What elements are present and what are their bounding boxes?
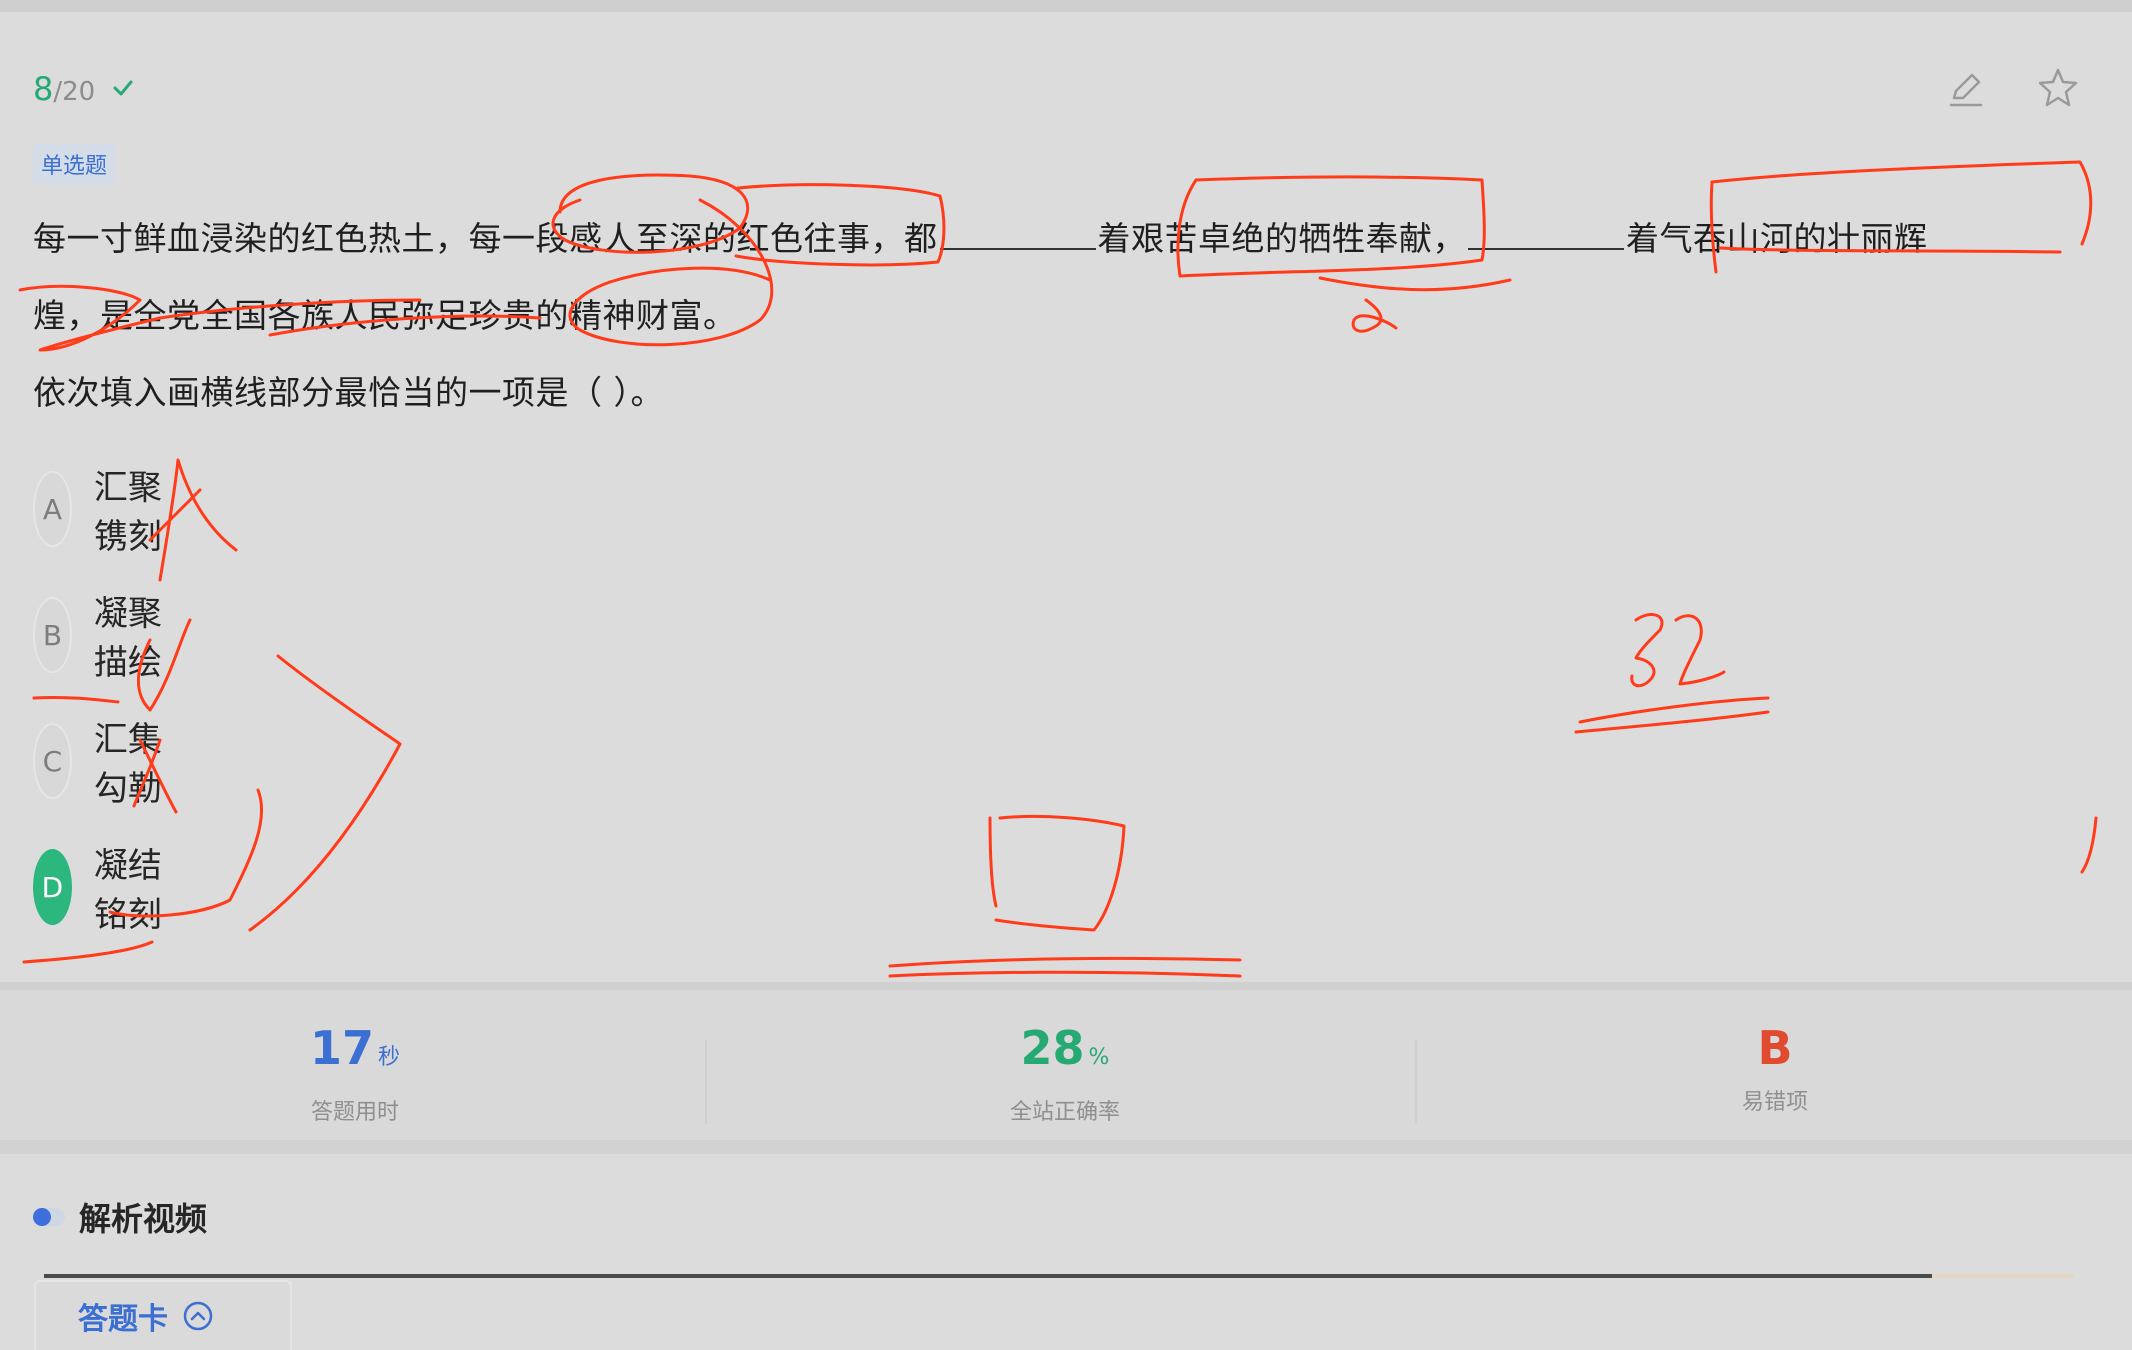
ink-stroke [888,970,1242,978]
ink-stroke [248,654,402,932]
time-value: 17 [309,1021,374,1075]
section-divider [0,982,2132,990]
total-questions: 20 [62,77,96,107]
option-letter: A [33,471,72,547]
option-b[interactable]: B 凝聚 描绘 [33,586,165,684]
check-icon [111,73,135,97]
ink-stroke [888,956,1242,968]
option-letter: D [33,849,72,925]
accuracy-unit: % [1088,1045,1110,1070]
question-type-badge: 单选题 [33,144,116,184]
error-label: 易错项 [1741,1090,1808,1115]
current-question-number: 8 [33,70,54,108]
video-section: 解析视频 答题卡 [0,1154,2132,1350]
time-unit: 秒 [378,1045,401,1070]
stem-line-1: 每一寸鲜血浸染的红色热土，每一段感人至深的红色往事，都 着艰苦卓绝的牺牲奉献， 着气… [33,200,2093,277]
stem-text: 着气吞山河的壮丽辉 [1626,219,1928,258]
option-text: 凝聚 描绘 [93,594,162,683]
stats-panel: 17 秒 答题用时 28% 全站正确率 B 易错项 [0,990,2132,1140]
stem-text: 着艰苦卓绝的牺牲奉献， [1097,219,1466,258]
question-counter: 8 / 20 [33,70,135,108]
video-title-text: 解析视频 [79,1200,208,1238]
accuracy-value: 28 [1020,1021,1085,1075]
top-strip [0,0,2132,12]
ink-stroke [1674,614,1726,686]
question-stem: 每一寸鲜血浸染的红色热土，每一段感人至深的红色往事，都 着艰苦卓绝的牺牲奉献， 着气… [33,200,2093,431]
stat-error: B 易错项 [1420,1020,2130,1116]
blank-2 [1468,218,1624,250]
stem-line-2: 煌，是全党全国各族人民弥足珍贵的精神财富。 [33,296,737,335]
stem-text: 每一寸鲜血浸染的红色热土，每一段感人至深的红色往事，都 [33,219,938,258]
option-text: 汇聚 镌刻 [93,468,162,557]
option-letter: B [33,597,72,673]
stat-accuracy: 28% 全站正确率 [710,1020,1420,1126]
pencil-icon[interactable] [1942,64,1990,112]
blank-1 [939,218,1096,250]
chevron-up-icon [182,1300,214,1332]
video-progress-track[interactable] [44,1274,2074,1278]
video-section-title: 解析视频 [33,1194,207,1240]
star-icon[interactable] [2034,64,2082,112]
counter-separator: / [53,77,63,107]
section-marker-icon [33,1208,65,1226]
ink-stroke [158,458,238,582]
stat-divider [705,1040,707,1124]
stat-time: 17 秒 答题用时 [0,1020,710,1126]
stat-value: 28% [710,1020,1420,1086]
ink-stroke [22,940,154,964]
answer-card-label: 答题卡 [78,1302,168,1337]
ink-stroke [32,695,120,704]
option-text: 汇集 勾勒 [93,720,162,809]
question-page: 8 / 20 单选题 每一寸鲜血浸染的红色热土，每一段感人至深的红色往事，都 着艰… [0,0,2132,1350]
ink-stroke [1630,613,1664,688]
option-letter: C [33,723,72,799]
time-label: 答题用时 [310,1100,399,1125]
option-text: 凝结 铭刻 [93,846,162,935]
option-d[interactable]: D 凝结 铭刻 [33,838,165,936]
option-c[interactable]: C 汇集 勾勒 [33,712,165,810]
option-a[interactable]: A 汇聚 镌刻 [33,460,165,558]
error-value: B [1757,1021,1793,1075]
ink-stroke [988,816,998,908]
stat-divider [1415,1040,1417,1124]
section-divider [0,1140,2132,1154]
question-prompt: 依次填入画横线部分最恰当的一项是（ ）。 [33,373,664,412]
video-progress-fill [44,1274,1932,1278]
ink-stroke [1578,696,1770,724]
ink-stroke [2080,816,2098,874]
ink-stroke [1574,710,1770,734]
stat-value: 17 秒 [0,1020,710,1086]
accuracy-label: 全站正确率 [1009,1100,1120,1125]
ink-stroke [994,814,1126,932]
